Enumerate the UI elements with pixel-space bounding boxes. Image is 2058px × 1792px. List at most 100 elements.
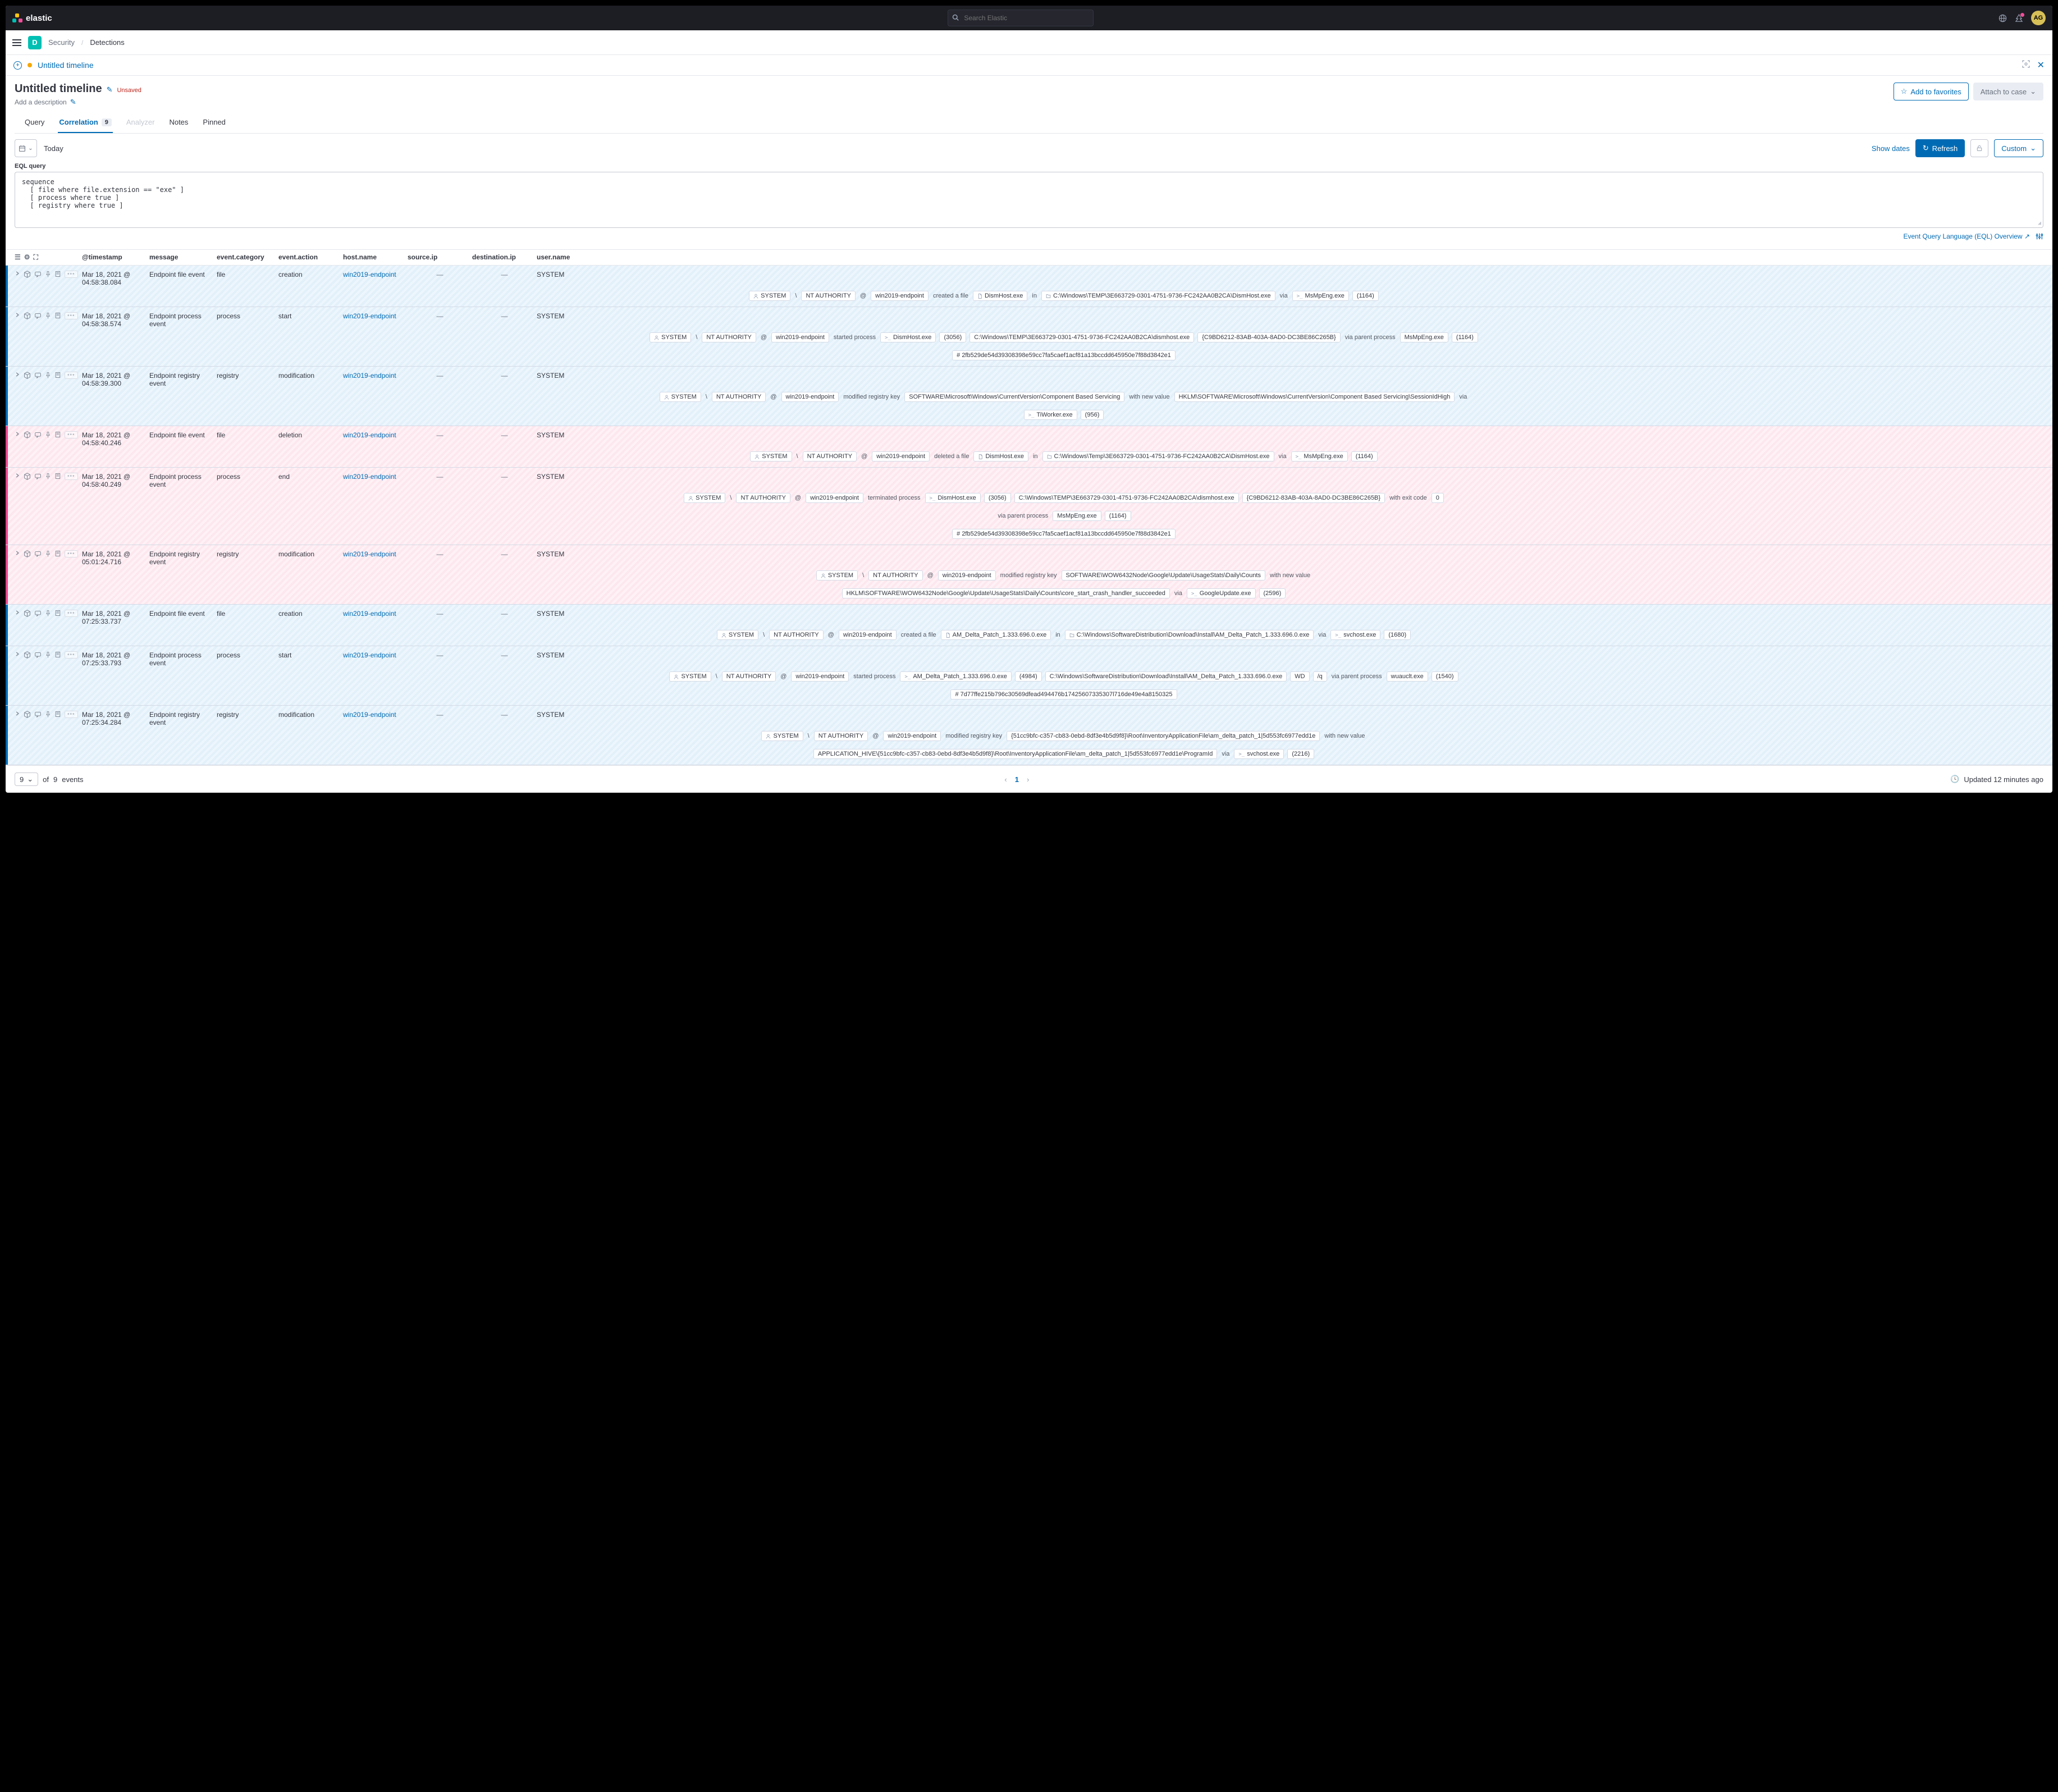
edit-title-icon[interactable]: ✎ xyxy=(107,85,113,94)
pin-icon[interactable] xyxy=(45,610,51,617)
data-pill[interactable]: >_DismHost.exe xyxy=(880,332,936,342)
data-pill[interactable]: (2596) xyxy=(1259,588,1286,598)
expand-row-icon[interactable] xyxy=(15,651,20,657)
data-pill[interactable]: win2019-endpoint xyxy=(883,731,941,741)
comment-icon[interactable] xyxy=(34,711,42,718)
tab-notes[interactable]: Notes xyxy=(168,112,189,133)
analyze-icon[interactable] xyxy=(24,473,31,480)
more-actions-icon[interactable]: ••• xyxy=(65,711,78,718)
data-pill[interactable]: /q xyxy=(1313,671,1327,682)
data-pill[interactable]: WD xyxy=(1290,671,1309,682)
calendar-button[interactable]: ⌄ xyxy=(15,139,37,157)
data-pill[interactable]: >_GoogleUpdate.exe xyxy=(1187,588,1256,598)
data-pill[interactable]: C:\Windows\TEMP\3E663729-0301-4751-9736-… xyxy=(969,332,1194,342)
logo[interactable]: elastic xyxy=(12,13,52,23)
comment-icon[interactable] xyxy=(34,431,42,438)
data-pill[interactable]: (1164) xyxy=(1452,332,1478,342)
data-pill[interactable]: NT AUTHORITY xyxy=(803,451,857,461)
menu-icon[interactable] xyxy=(12,39,21,46)
col-timestamp[interactable]: @timestamp xyxy=(82,253,149,262)
comment-icon[interactable] xyxy=(34,312,42,319)
crumb-security[interactable]: Security xyxy=(48,38,75,47)
data-pill[interactable]: NT AUTHORITY xyxy=(769,630,823,640)
data-pill[interactable]: win2019-endpoint xyxy=(791,671,849,682)
analyze-icon[interactable] xyxy=(24,550,31,557)
focus-icon[interactable] xyxy=(2022,60,2030,71)
app-badge[interactable]: D xyxy=(28,36,42,49)
tab-correlation[interactable]: Correlation 9 xyxy=(58,112,112,133)
data-pill[interactable]: >_TiWorker.exe xyxy=(1024,410,1077,420)
analyze-icon[interactable] xyxy=(24,651,31,659)
pin-icon[interactable] xyxy=(45,711,51,718)
data-pill[interactable]: NT AUTHORITY xyxy=(702,332,756,342)
user-avatar[interactable]: AG xyxy=(2031,11,2046,25)
cell-host-link[interactable]: win2019-endpoint xyxy=(343,431,396,439)
cell-host-link[interactable]: win2019-endpoint xyxy=(343,651,396,659)
pin-icon[interactable] xyxy=(45,431,51,438)
pin-icon[interactable] xyxy=(45,651,51,659)
data-pill[interactable]: MsMpEng.exe xyxy=(1400,332,1448,342)
data-pill[interactable]: (1164) xyxy=(1351,451,1378,461)
timeline-title-link[interactable]: Untitled timeline xyxy=(38,61,94,70)
refresh-button[interactable]: ↻ Refresh xyxy=(1915,139,1965,157)
data-pill[interactable]: (3056) xyxy=(984,493,1011,503)
data-pill[interactable]: SOFTWARE\Microsoft\Windows\CurrentVersio… xyxy=(904,392,1124,402)
expand-row-icon[interactable] xyxy=(15,610,20,615)
data-pill[interactable]: AM_Delta_Patch_1.333.696.0.exe xyxy=(941,630,1051,640)
data-pill[interactable]: {51cc9bfc-c357-cb83-0ebd-8df3e4b5d9f8}\R… xyxy=(1007,731,1320,741)
analyze-icon[interactable] xyxy=(24,372,31,379)
search-input[interactable] xyxy=(948,10,1094,26)
note-icon[interactable] xyxy=(54,431,61,438)
custom-button[interactable]: Custom ⌄ xyxy=(1994,139,2043,157)
tree-icon[interactable] xyxy=(2015,14,2023,22)
maximize-icon[interactable]: ⛶ xyxy=(34,253,38,262)
data-pill[interactable]: >_DismHost.exe xyxy=(925,493,981,503)
note-icon[interactable] xyxy=(54,651,61,658)
data-pill[interactable]: NT AUTHORITY xyxy=(736,493,790,503)
crumb-detections[interactable]: Detections xyxy=(90,38,124,47)
data-pill[interactable]: >_MsMpEng.exe xyxy=(1291,451,1348,461)
expand-row-icon[interactable] xyxy=(15,473,20,478)
data-pill[interactable]: (3056) xyxy=(939,332,966,342)
cell-host-link[interactable]: win2019-endpoint xyxy=(343,473,396,481)
data-pill[interactable]: win2019-endpoint xyxy=(871,291,929,301)
cell-host-link[interactable]: win2019-endpoint xyxy=(343,610,396,618)
data-pill[interactable]: HKLM\SOFTWARE\Microsoft\Windows\CurrentV… xyxy=(1174,392,1455,402)
more-actions-icon[interactable]: ••• xyxy=(65,610,78,617)
data-pill[interactable]: NT AUTHORITY xyxy=(712,392,766,402)
more-actions-icon[interactable]: ••• xyxy=(65,473,78,480)
col-action[interactable]: event.action xyxy=(278,253,343,262)
col-message[interactable]: message xyxy=(149,253,217,262)
data-pill[interactable]: (1164) xyxy=(1105,511,1131,521)
cell-host-link[interactable]: win2019-endpoint xyxy=(343,550,396,558)
show-dates-link[interactable]: Show dates xyxy=(1872,144,1910,153)
tab-query[interactable]: Query xyxy=(24,112,45,133)
note-icon[interactable] xyxy=(54,372,61,378)
data-pill[interactable]: MsMpEng.exe xyxy=(1053,511,1101,521)
data-pill[interactable]: SYSTEM xyxy=(684,493,725,503)
comment-icon[interactable] xyxy=(34,651,42,659)
note-icon[interactable] xyxy=(54,550,61,557)
data-pill[interactable]: wuauclt.exe xyxy=(1387,671,1428,682)
data-pill[interactable]: >_MsMpEng.exe xyxy=(1292,291,1349,301)
pin-icon[interactable] xyxy=(45,473,51,480)
analyze-icon[interactable] xyxy=(24,431,31,438)
more-actions-icon[interactable]: ••• xyxy=(65,312,78,319)
data-pill[interactable]: SYSTEM xyxy=(761,731,803,741)
data-pill[interactable]: SYSTEM xyxy=(750,451,792,461)
note-icon[interactable] xyxy=(54,610,61,616)
col-destip[interactable]: destination.ip xyxy=(472,253,537,262)
data-pill[interactable]: APPLICATION_HIVE\{51cc9bfc-c357-cb83-0eb… xyxy=(813,749,1217,759)
comment-icon[interactable] xyxy=(34,610,42,617)
pin-icon[interactable] xyxy=(45,550,51,557)
add-favorites-button[interactable]: ☆ Add to favorites xyxy=(1894,83,1969,100)
data-pill[interactable]: C:\Windows\TEMP\3E663729-0301-4751-9736-… xyxy=(1014,493,1239,503)
current-page[interactable]: 1 xyxy=(1015,775,1019,784)
col-host[interactable]: host.name xyxy=(343,253,408,262)
eql-docs-link[interactable]: Event Query Language (EQL) Overview ↗ xyxy=(1903,232,2030,240)
more-actions-icon[interactable]: ••• xyxy=(65,651,78,659)
data-pill[interactable]: {C9BD6212-83AB-403A-8AD0-DC3BE86C265B} xyxy=(1197,332,1340,342)
expand-row-icon[interactable] xyxy=(15,372,20,377)
pin-icon[interactable] xyxy=(45,312,51,319)
col-category[interactable]: event.category xyxy=(217,253,278,262)
